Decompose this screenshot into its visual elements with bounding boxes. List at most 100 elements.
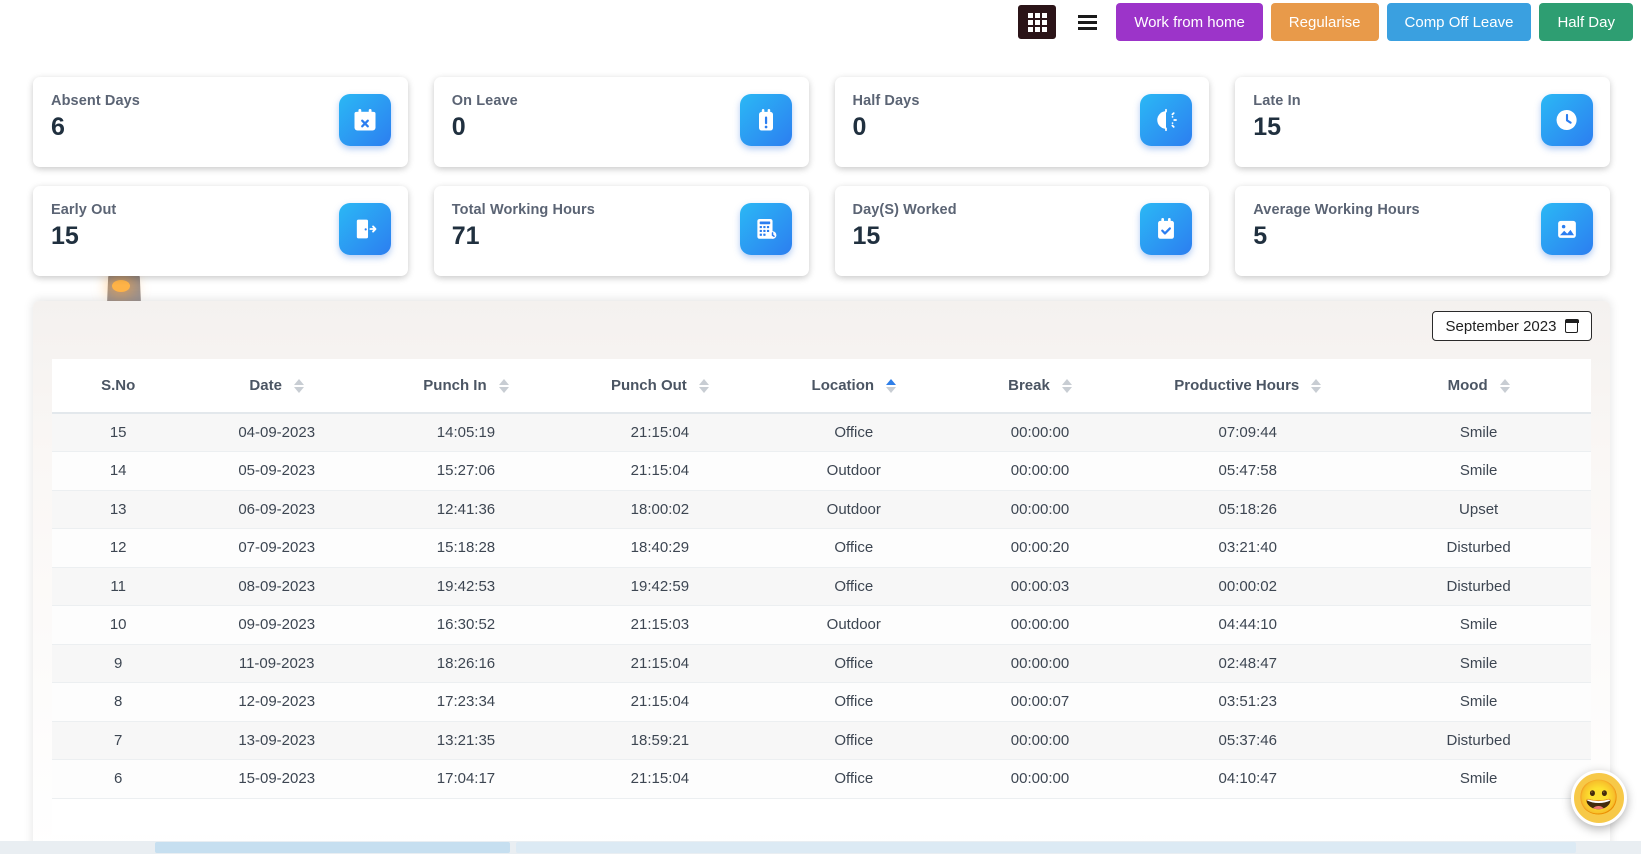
table-row[interactable]: 1207-09-202315:18:2818:40:29Office00:00:… (52, 529, 1591, 568)
column-header-mood[interactable]: Mood (1366, 359, 1591, 413)
stat-card-early-out[interactable]: Early Out 15 (33, 186, 408, 276)
cell-productive-hours: 05:37:46 (1129, 721, 1366, 760)
calendar-alert-icon (740, 94, 792, 146)
cell-sno: 11 (52, 567, 184, 606)
list-view-toggle[interactable] (1066, 3, 1108, 41)
cell-break: 00:00:20 (951, 529, 1130, 568)
horizontal-scrollbar[interactable] (0, 841, 1641, 854)
table-row[interactable]: 1504-09-202314:05:1921:15:04Office00:00:… (52, 413, 1591, 452)
column-header-break[interactable]: Break (951, 359, 1130, 413)
stat-card-days-worked[interactable]: Day(S) Worked 15 (835, 186, 1210, 276)
column-label: Punch In (423, 377, 486, 394)
cell-location: Office (757, 760, 951, 799)
table-row[interactable]: 911-09-202318:26:1621:15:04Office00:00:0… (52, 644, 1591, 683)
stat-cards: Absent Days 6 On Leave 0 (33, 77, 1610, 276)
cell-productive-hours: 00:00:02 (1129, 567, 1366, 606)
stat-card-on-leave[interactable]: On Leave 0 (434, 77, 809, 167)
cell-date: 04-09-2023 (184, 413, 369, 452)
sort-icon-break[interactable] (1062, 379, 1072, 393)
table-row[interactable]: 615-09-202317:04:1721:15:04Office00:00:0… (52, 760, 1591, 799)
stat-card-half-days[interactable]: Half Days 0 (835, 77, 1210, 167)
cell-punch-out: 21:15:04 (563, 413, 757, 452)
cell-punch-out: 18:59:21 (563, 721, 757, 760)
attendance-table-panel: September 2023 S.No Da (33, 301, 1610, 854)
cell-sno: 8 (52, 683, 184, 722)
table-row[interactable]: 812-09-202317:23:3421:15:04Office00:00:0… (52, 683, 1591, 722)
cell-break: 00:00:07 (951, 683, 1130, 722)
work-from-home-button[interactable]: Work from home (1116, 3, 1263, 41)
cell-punch-in: 15:27:06 (369, 452, 563, 491)
stat-card-total-working-hours[interactable]: Total Working Hours 71 (434, 186, 809, 276)
page-header: Attendance Work from home Regularise Com… (0, 0, 1641, 52)
calculator-icon (740, 203, 792, 255)
cell-sno: 15 (52, 413, 184, 452)
calendar-image-icon (1541, 203, 1593, 255)
cell-punch-in: 16:30:52 (369, 606, 563, 645)
scrollbar-thumb[interactable] (155, 842, 510, 853)
cell-sno: 14 (52, 452, 184, 491)
cell-punch-out: 21:15:04 (563, 644, 757, 683)
cell-punch-in: 14:05:19 (369, 413, 563, 452)
column-header-sno[interactable]: S.No (52, 359, 184, 413)
cell-break: 00:00:00 (951, 413, 1130, 452)
month-picker[interactable]: September 2023 (1432, 311, 1592, 341)
cell-mood: Upset (1366, 490, 1591, 529)
cell-date: 09-09-2023 (184, 606, 369, 645)
half-sun-icon (1140, 94, 1192, 146)
cell-punch-out: 21:15:03 (563, 606, 757, 645)
cell-date: 05-09-2023 (184, 452, 369, 491)
cell-punch-in: 12:41:36 (369, 490, 563, 529)
table-row[interactable]: 1108-09-202319:42:5319:42:59Office00:00:… (52, 567, 1591, 606)
cell-punch-out: 18:40:29 (563, 529, 757, 568)
column-header-punch-out[interactable]: Punch Out (563, 359, 757, 413)
stat-card-absent-days[interactable]: Absent Days 6 (33, 77, 408, 167)
column-header-punch-in[interactable]: Punch In (369, 359, 563, 413)
cell-break: 00:00:00 (951, 760, 1130, 799)
column-header-productive-hours[interactable]: Productive Hours (1129, 359, 1366, 413)
column-label: Mood (1448, 377, 1488, 394)
stat-card-average-working-hours[interactable]: Average Working Hours 5 (1235, 186, 1610, 276)
cell-sno: 9 (52, 644, 184, 683)
stat-card-late-in[interactable]: Late In 15 (1235, 77, 1610, 167)
cell-productive-hours: 02:48:47 (1129, 644, 1366, 683)
attendance-table-scroll[interactable]: S.No Date Punch In (52, 359, 1591, 835)
grid-view-toggle[interactable] (1016, 3, 1058, 41)
regularise-button[interactable]: Regularise (1271, 3, 1379, 41)
table-row[interactable]: 1405-09-202315:27:0621:15:04Outdoor00:00… (52, 452, 1591, 491)
table-row[interactable]: 1306-09-202312:41:3618:00:02Outdoor00:00… (52, 490, 1591, 529)
cell-productive-hours: 03:21:40 (1129, 529, 1366, 568)
table-row[interactable]: 1009-09-202316:30:5221:15:03Outdoor00:00… (52, 606, 1591, 645)
cell-break: 00:00:00 (951, 644, 1130, 683)
cell-location: Outdoor (757, 606, 951, 645)
cell-productive-hours: 04:44:10 (1129, 606, 1366, 645)
clock-icon (1541, 94, 1593, 146)
cell-break: 00:00:00 (951, 452, 1130, 491)
column-label: Break (1008, 377, 1050, 394)
cell-date: 06-09-2023 (184, 490, 369, 529)
month-picker-value: September 2023 (1446, 318, 1557, 335)
column-header-location[interactable]: Location (757, 359, 951, 413)
column-label: Productive Hours (1174, 377, 1299, 394)
cell-location: Office (757, 413, 951, 452)
table-row[interactable]: 713-09-202313:21:3518:59:21Office00:00:0… (52, 721, 1591, 760)
sort-icon-punch-in[interactable] (499, 379, 509, 393)
sort-icon-productive-hours[interactable] (1311, 379, 1321, 393)
column-header-date[interactable]: Date (184, 359, 369, 413)
cell-punch-out: 19:42:59 (563, 567, 757, 606)
cell-location: Outdoor (757, 452, 951, 491)
cell-sno: 13 (52, 490, 184, 529)
chat-smiley-icon[interactable]: 😀 (1571, 770, 1627, 826)
cell-productive-hours: 05:47:58 (1129, 452, 1366, 491)
half-day-button[interactable]: Half Day (1539, 3, 1633, 41)
cell-mood: Disturbed (1366, 721, 1591, 760)
cell-punch-out: 21:15:04 (563, 452, 757, 491)
sort-icon-location[interactable] (886, 379, 896, 393)
comp-off-leave-button[interactable]: Comp Off Leave (1387, 3, 1532, 41)
cell-mood: Disturbed (1366, 529, 1591, 568)
sort-icon-punch-out[interactable] (699, 379, 709, 393)
sort-icon-date[interactable] (294, 379, 304, 393)
scrollbar-track-segment (516, 842, 1576, 853)
cell-sno: 6 (52, 760, 184, 799)
cell-date: 11-09-2023 (184, 644, 369, 683)
sort-icon-mood[interactable] (1500, 379, 1510, 393)
